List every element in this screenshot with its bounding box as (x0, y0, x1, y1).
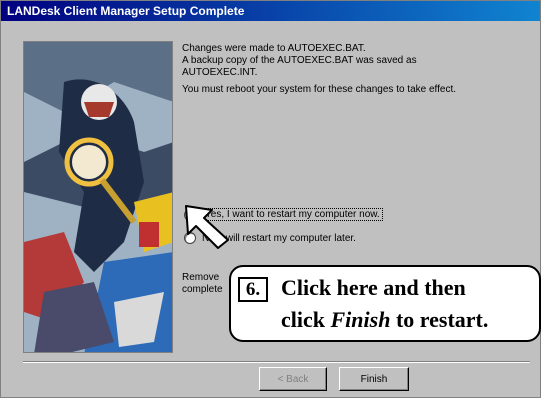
instruction-callout: 6. Click here and then click Finish to r… (229, 265, 541, 342)
callout-line-2: click Finish to restart. (281, 307, 488, 333)
wizard-illustration (23, 41, 173, 353)
back-button[interactable]: < Back (259, 367, 327, 391)
callout-line-1: Click here and then (281, 275, 466, 300)
reboot-message: You must reboot your system for these ch… (182, 84, 457, 95)
finish-button[interactable]: Finish (339, 367, 409, 391)
callout-line-2-suffix: to restart. (390, 307, 489, 332)
window-title: LANDesk Client Manager Setup Complete (1, 1, 540, 21)
callout-line-2-prefix: click (281, 307, 331, 332)
pointer-arrow-icon (185, 205, 229, 249)
changes-message: Changes were made to AUTOEXEC.BAT. A bac… (182, 43, 512, 79)
message-line-2: A backup copy of the AUTOEXEC.BAT was sa… (182, 55, 417, 66)
message-line-3: AUTOEXEC.INT. (182, 67, 258, 78)
button-separator (23, 361, 530, 363)
step-number: 6. (238, 277, 268, 302)
message-line-1: Changes were made to AUTOEXEC.BAT. (182, 43, 366, 54)
callout-finish-word: Finish (330, 307, 391, 332)
